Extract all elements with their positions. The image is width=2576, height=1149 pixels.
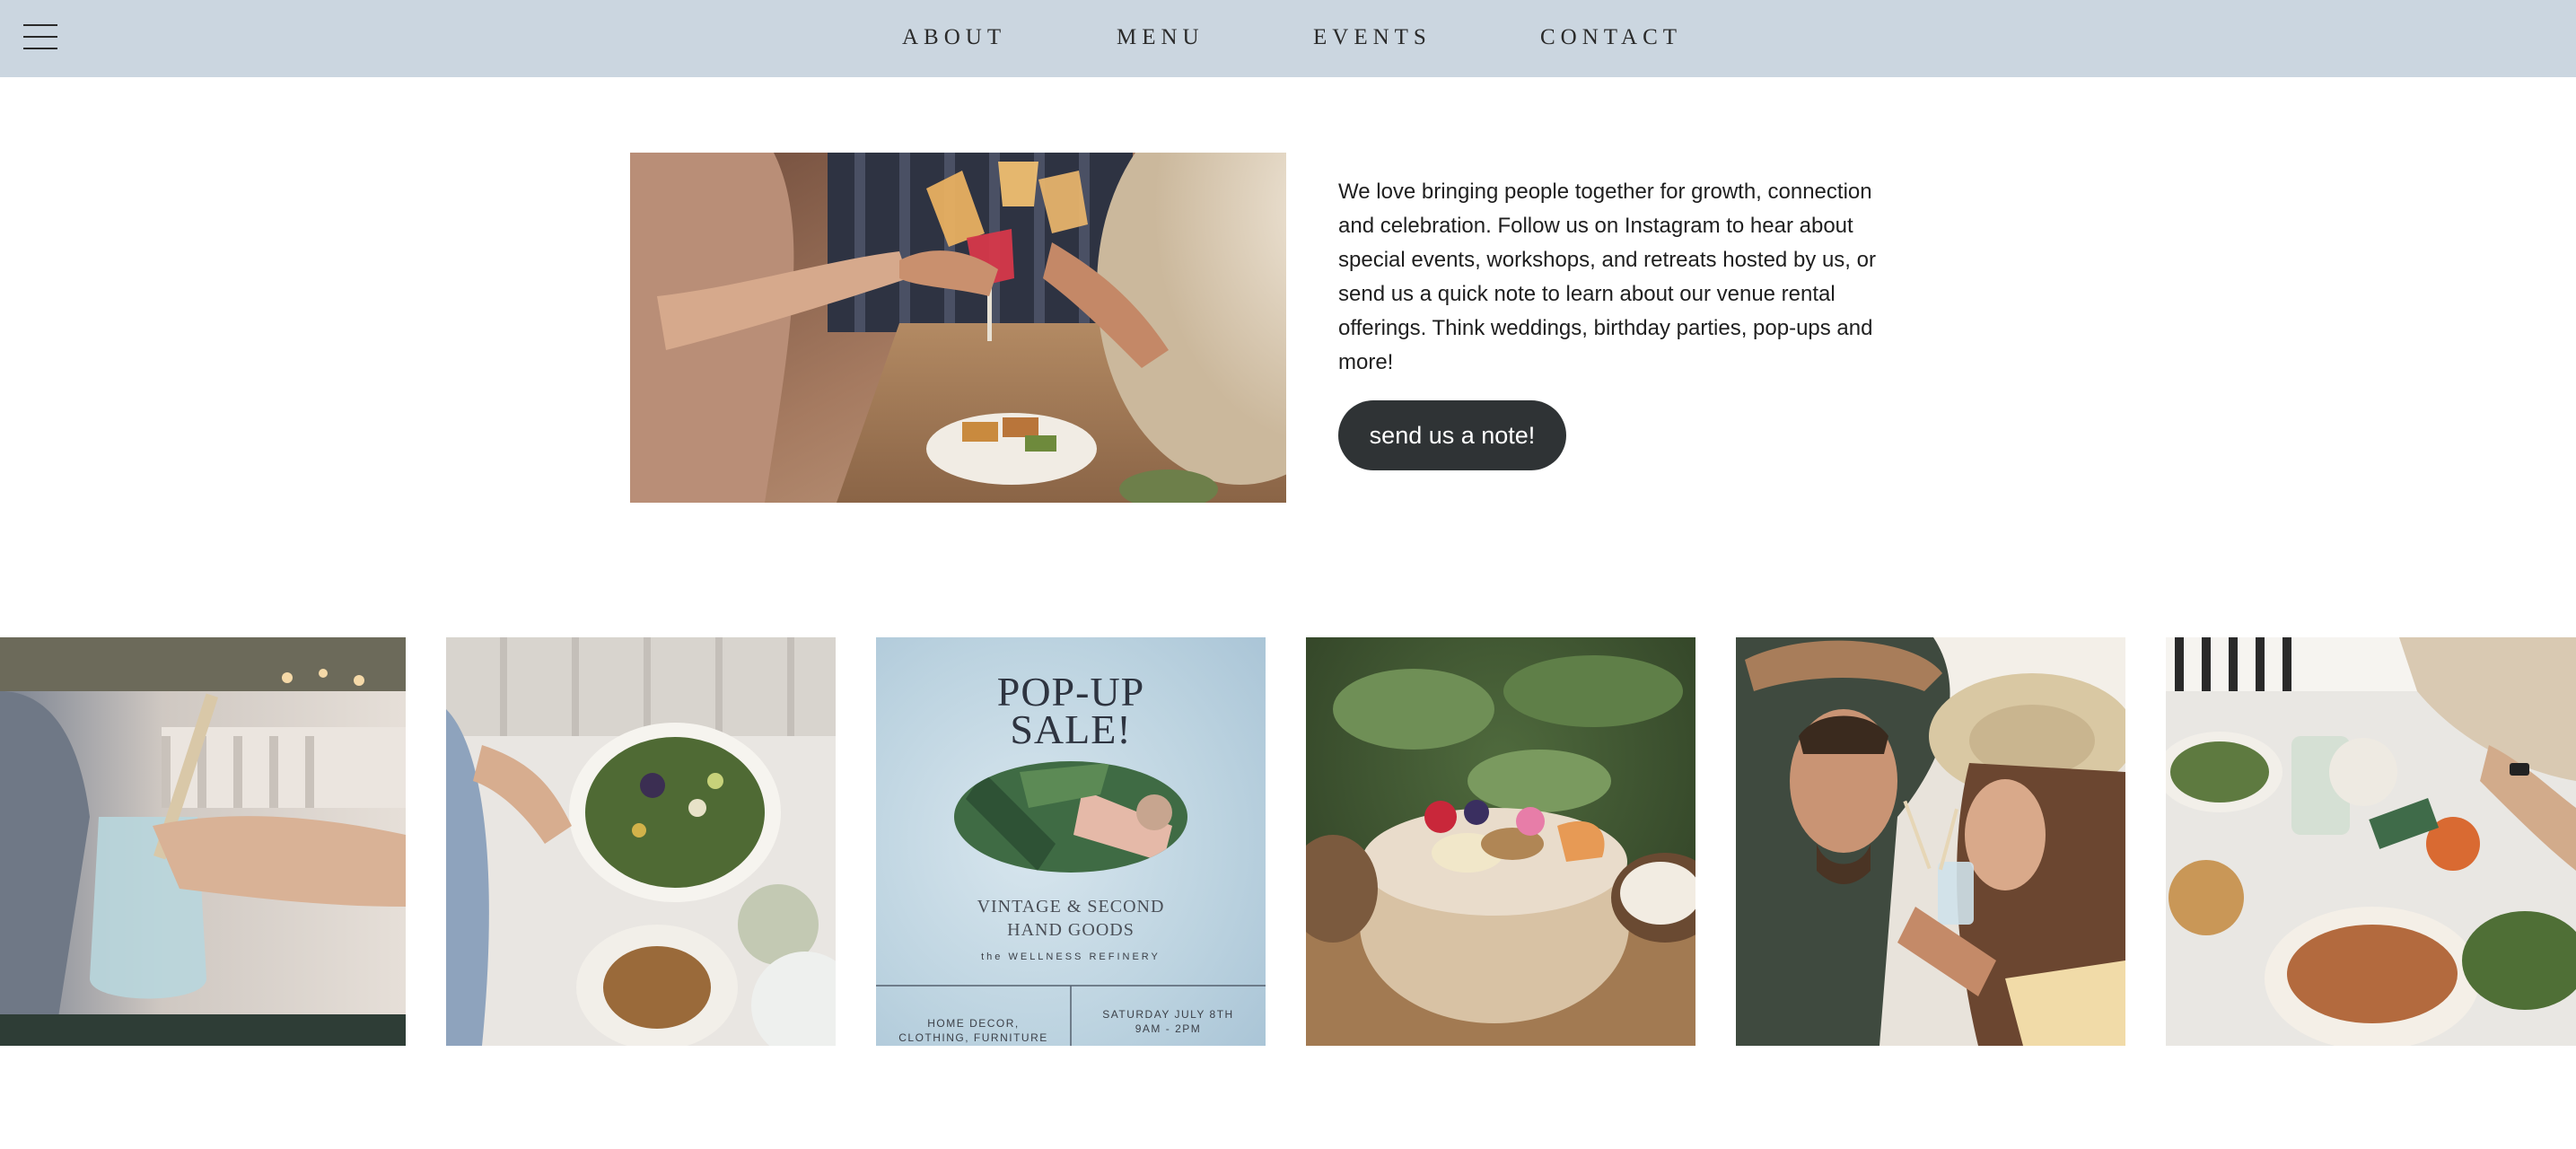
main-nav: ABOUT MENU EVENTS CONTACT (0, 0, 2576, 77)
poster-foot-right-line2: 9AM - 2PM (1135, 1022, 1202, 1035)
hero-toast-photo (630, 153, 1286, 503)
poster-foot-left-line1: HOME DECOR, (927, 1017, 1020, 1030)
poster-title-line2: SALE! (1010, 706, 1132, 752)
poster-brand: the WELLNESS REFINERY (981, 952, 1161, 962)
gallery-image-smoothie-bowl[interactable] (1306, 637, 1695, 1046)
nav-events[interactable]: EVENTS (1313, 25, 1432, 50)
poster-foot-left-line2: CLOTHING, FURNITURE (898, 1031, 1048, 1044)
poster-subtitle-line1: VINTAGE & SECOND (977, 897, 1165, 917)
nav-about[interactable]: ABOUT (902, 25, 1006, 50)
poster-foot-right-line1: SATURDAY JULY 8TH (1102, 1008, 1234, 1021)
poster-subtitle-line2: HAND GOODS (1007, 920, 1135, 940)
hero-description: We love bringing people together for gro… (1338, 180, 1876, 374)
nav-contact[interactable]: CONTACT (1540, 25, 1682, 50)
gallery-image-salad[interactable] (446, 637, 836, 1046)
send-note-button[interactable]: send us a note! (1338, 400, 1566, 470)
nav-menu[interactable]: MENU (1117, 25, 1205, 50)
gallery-image-table-spread[interactable] (2166, 637, 2576, 1046)
gallery-image-popup-sale-poster[interactable]: POP-UP SALE! VINTAGE & SECOND HAND GOODS… (876, 637, 1266, 1046)
gallery-image-couple-drinking[interactable] (1736, 637, 2125, 1046)
gallery-image-mason-jar[interactable] (0, 637, 406, 1046)
site-header: ABOUT MENU EVENTS CONTACT (0, 0, 2576, 77)
